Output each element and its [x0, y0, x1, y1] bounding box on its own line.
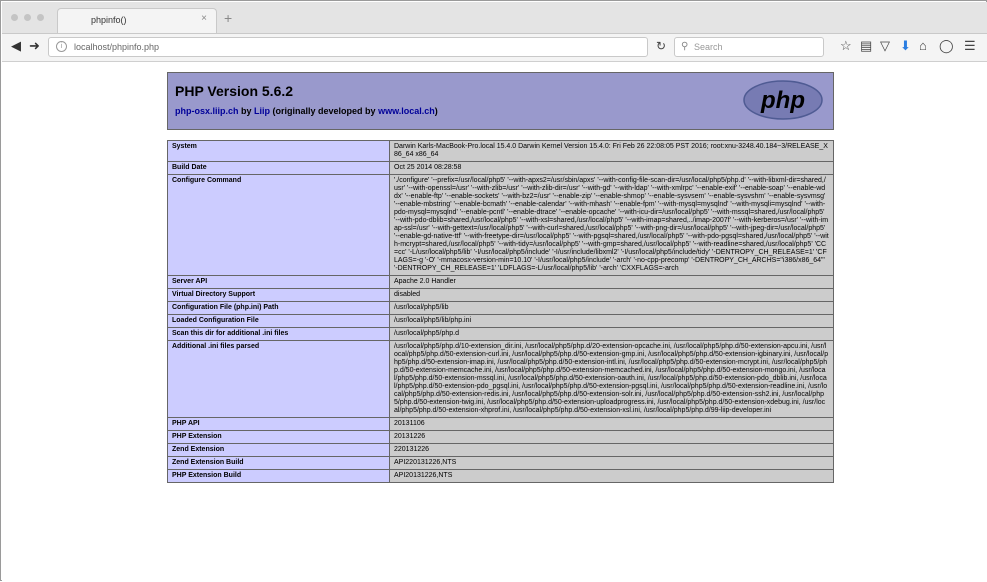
back-icon[interactable]: ◀	[11, 38, 21, 54]
tab-bar: phpinfo() × +	[2, 2, 987, 34]
menu-icon[interactable]: ☰	[964, 38, 976, 54]
downloads-icon[interactable]: ⬇	[900, 38, 911, 54]
tab-title: phpinfo()	[91, 15, 127, 25]
table-row: PHP Extension Build API20131226,NTS	[167, 469, 834, 483]
table-row: Scan this dir for additional .ini files /…	[167, 327, 834, 341]
row-key: Configure Command	[167, 174, 390, 276]
new-tab-icon[interactable]: +	[224, 10, 232, 26]
row-value: 220131226	[389, 443, 834, 457]
row-key: Configuration File (php.ini) Path	[167, 301, 390, 315]
credits-line: php-osx.liip.ch by Liip (originally deve…	[175, 106, 438, 116]
table-row: Configure Command './configure' '--prefix…	[167, 174, 834, 276]
author-link[interactable]: Liip	[254, 106, 270, 116]
row-key: Zend Extension	[167, 443, 390, 457]
tab-phpinfo[interactable]: phpinfo() ×	[57, 8, 217, 33]
row-key: Zend Extension Build	[167, 456, 390, 470]
forward-icon[interactable]: ➜	[29, 38, 40, 54]
bookmark-star-icon[interactable]: ☆	[840, 38, 852, 54]
window-controls	[11, 14, 44, 21]
row-value: /usr/local/php5/php.d	[389, 327, 834, 341]
php-header: PHP Version 5.6.2 php-osx.liip.ch by Lii…	[167, 72, 834, 130]
row-key: Build Date	[167, 161, 390, 175]
row-value: /usr/local/php5/php.d/10-extension_dir.i…	[389, 340, 834, 418]
browser-window: phpinfo() × + ◀ ➜ i localhost/phpinfo.ph…	[0, 0, 987, 582]
table-row: Build Date Oct 25 2014 08:28:58	[167, 161, 834, 175]
page-content: PHP Version 5.6.2 php-osx.liip.ch by Lii…	[2, 62, 987, 582]
table-row: PHP API 20131106	[167, 417, 834, 431]
table-row: Zend Extension Build API220131226,NTS	[167, 456, 834, 470]
search-placeholder: Search	[694, 42, 723, 52]
row-key: Server API	[167, 275, 390, 289]
table-row: Loaded Configuration File/usr/local/php5…	[167, 314, 834, 328]
row-value: './configure' '--prefix=/usr/local/php5'…	[389, 174, 834, 276]
minimize-window-button[interactable]	[24, 14, 31, 21]
reload-icon[interactable]: ↻	[656, 39, 666, 53]
row-key: PHP Extension	[167, 430, 390, 444]
php-logo-text: php	[760, 87, 805, 114]
row-value: Apache 2.0 Handler	[389, 275, 834, 289]
row-key: Scan this dir for additional .ini files	[167, 327, 390, 341]
search-input[interactable]: ⚲ Search	[674, 37, 824, 57]
row-key: PHP Extension Build	[167, 469, 390, 483]
page-title: PHP Version 5.6.2	[175, 83, 294, 99]
row-key: PHP API	[167, 417, 390, 431]
row-value: API20131226,NTS	[389, 469, 834, 483]
row-key: Virtual Directory Support	[167, 288, 390, 302]
url-text[interactable]: localhost/phpinfo.php	[74, 42, 159, 52]
row-value: Oct 25 2014 08:28:58	[389, 161, 834, 175]
credits-end: )	[434, 106, 438, 116]
table-row: Configuration File (php.ini) Path/usr/lo…	[167, 301, 834, 315]
sync-icon[interactable]: ◯	[939, 38, 954, 54]
row-value: Darwin Karls-MacBook-Pro.local 15.4.0 Da…	[389, 140, 834, 162]
row-value: 20131226	[389, 430, 834, 444]
home-icon[interactable]: ⌂	[919, 38, 927, 53]
site-link[interactable]: php-osx.liip.ch	[175, 106, 239, 116]
zoom-window-button[interactable]	[37, 14, 44, 21]
row-value: 20131106	[389, 417, 834, 431]
info-table-body: System Darwin Karls-MacBook-Pro.local 15.…	[167, 140, 834, 483]
info-table: System Darwin Karls-MacBook-Pro.local 15.…	[167, 140, 834, 483]
table-row: Server API Apache 2.0 Handler	[167, 275, 834, 289]
navigation-bar: ◀ ➜ i localhost/phpinfo.php ↻ ⚲ Search ☆…	[2, 34, 987, 62]
row-value: /usr/local/php5/lib/php.ini	[389, 314, 834, 328]
address-bar[interactable]: i localhost/phpinfo.php	[48, 37, 648, 57]
row-key: Loaded Configuration File	[167, 314, 390, 328]
credits-middle: (originally developed by	[270, 106, 379, 116]
original-site-link[interactable]: www.local.ch	[378, 106, 435, 116]
pocket-icon[interactable]: ▽	[880, 38, 890, 54]
search-icon: ⚲	[681, 41, 689, 52]
php-logo[interactable]: php	[742, 79, 824, 121]
row-value: /usr/local/php5/lib	[389, 301, 834, 315]
site-info-icon[interactable]: i	[56, 41, 67, 52]
tab-close-icon[interactable]: ×	[201, 13, 207, 24]
row-value: API220131226,NTS	[389, 456, 834, 470]
table-row: Virtual Directory Support disabled	[167, 288, 834, 302]
row-key: Additional .ini files parsed	[167, 340, 390, 418]
reading-list-icon[interactable]: ▤	[860, 38, 872, 54]
table-row: System Darwin Karls-MacBook-Pro.local 15.…	[167, 140, 834, 162]
table-row: Additional .ini files parsed/usr/local/p…	[167, 340, 834, 418]
row-key: System	[167, 140, 390, 162]
table-row: Zend Extension 220131226	[167, 443, 834, 457]
credits-by: by	[238, 106, 255, 116]
close-window-button[interactable]	[11, 14, 18, 21]
phpinfo-container: PHP Version 5.6.2 php-osx.liip.ch by Lii…	[167, 72, 834, 483]
row-value: disabled	[389, 288, 834, 302]
table-row: PHP Extension 20131226	[167, 430, 834, 444]
